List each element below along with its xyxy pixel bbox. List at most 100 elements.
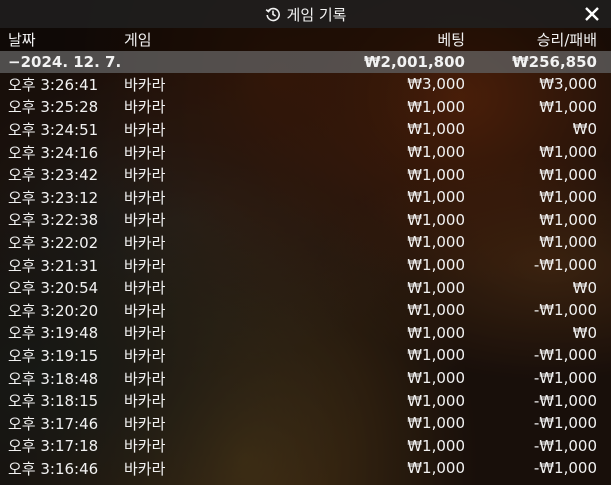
summary-date: −2024. 12. 7.	[8, 53, 122, 71]
table-row[interactable]: 오후 3:24:16 바카라 ₩1,000 ₩1,000	[0, 141, 611, 164]
row-bet: ₩1,000	[407, 143, 465, 162]
table-row[interactable]: 오후 3:23:12 바카라 ₩1,000 ₩1,000	[0, 186, 611, 209]
table-header: 날짜 게임 베팅 승리/패배	[0, 28, 611, 51]
row-game: 바카라	[124, 166, 166, 185]
row-time: 오후 3:22:02	[8, 233, 99, 252]
row-time: 오후 3:26:41	[8, 75, 99, 94]
close-button[interactable]	[581, 3, 603, 25]
row-bet: ₩1,000	[407, 301, 465, 320]
row-game: 바카라	[124, 392, 166, 411]
column-header-result: 승리/패배	[536, 31, 597, 49]
row-result: ₩3,000	[539, 75, 597, 94]
row-game: 바카라	[124, 279, 166, 298]
row-result: -₩1,000	[533, 414, 597, 433]
row-result: ₩0	[572, 120, 597, 139]
row-bet: ₩1,000	[407, 97, 465, 116]
row-result: ₩0	[572, 323, 597, 342]
column-header-game: 게임	[124, 31, 152, 49]
table-row[interactable]: 오후 3:19:48 바카라 ₩1,000 ₩0	[0, 322, 611, 345]
row-game: 바카라	[124, 233, 166, 252]
row-result: ₩1,000	[539, 188, 597, 207]
row-game: 바카라	[124, 143, 166, 162]
row-bet: ₩1,000	[407, 188, 465, 207]
table-row[interactable]: 오후 3:20:20 바카라 ₩1,000 -₩1,000	[0, 299, 611, 322]
row-time: 오후 3:24:16	[8, 143, 99, 162]
row-time: 오후 3:20:20	[8, 301, 99, 320]
row-result: -₩1,000	[533, 256, 597, 275]
row-bet: ₩1,000	[407, 210, 465, 229]
close-icon[interactable]	[584, 6, 600, 22]
row-result: ₩1,000	[539, 143, 597, 162]
row-time: 오후 3:19:15	[8, 346, 99, 365]
row-game: 바카라	[124, 98, 166, 117]
history-icon	[265, 6, 281, 22]
row-result: -₩1,000	[533, 391, 597, 410]
table-row[interactable]: 오후 3:24:51 바카라 ₩1,000 ₩0	[0, 118, 611, 141]
row-bet: ₩3,000	[407, 75, 465, 94]
table-row[interactable]: 오후 3:20:54 바카라 ₩1,000 ₩0	[0, 276, 611, 299]
column-header-bet: 베팅	[437, 31, 465, 49]
row-result: ₩1,000	[539, 165, 597, 184]
history-list: 오후 3:26:41 바카라 ₩3,000 ₩3,000 오후 3:25:28 바카라 ₩1…	[0, 73, 611, 480]
row-game: 바카라	[124, 256, 166, 275]
row-game: 바카라	[124, 414, 166, 433]
table-row[interactable]: 오후 3:22:02 바카라 ₩1,000 ₩1,000	[0, 231, 611, 254]
row-game: 바카라	[124, 459, 166, 478]
row-time: 오후 3:19:48	[8, 324, 99, 343]
row-game: 바카라	[124, 324, 166, 343]
table-row[interactable]: 오후 3:23:42 바카라 ₩1,000 ₩1,000	[0, 163, 611, 186]
row-bet: ₩1,000	[407, 120, 465, 139]
row-game: 바카라	[124, 120, 166, 139]
row-result: ₩1,000	[539, 233, 597, 252]
row-time: 오후 3:23:12	[8, 188, 99, 207]
row-result: -₩1,000	[533, 346, 597, 365]
row-time: 오후 3:17:46	[8, 414, 99, 433]
row-time: 오후 3:18:15	[8, 392, 99, 411]
row-bet: ₩1,000	[407, 323, 465, 342]
title-bar: 게임 기록	[0, 0, 611, 28]
row-bet: ₩1,000	[407, 256, 465, 275]
column-header-date: 날짜	[8, 31, 36, 49]
summary-result-total: ₩256,850	[512, 53, 597, 71]
row-result: ₩0	[572, 278, 597, 297]
table-row[interactable]: 오후 3:19:15 바카라 ₩1,000 -₩1,000	[0, 344, 611, 367]
row-result: ₩1,000	[539, 210, 597, 229]
table-row[interactable]: 오후 3:17:18 바카라 ₩1,000 -₩1,000	[0, 435, 611, 458]
row-game: 바카라	[124, 211, 166, 230]
row-bet: ₩1,000	[407, 346, 465, 365]
row-time: 오후 3:18:48	[8, 369, 99, 388]
row-bet: ₩1,000	[407, 391, 465, 410]
row-time: 오후 3:25:28	[8, 98, 99, 117]
row-game: 바카라	[124, 437, 166, 456]
row-time: 오후 3:23:42	[8, 166, 99, 185]
row-bet: ₩1,000	[407, 369, 465, 388]
row-game: 바카라	[124, 346, 166, 365]
row-bet: ₩1,000	[407, 278, 465, 297]
title-group: 게임 기록	[265, 4, 347, 25]
row-time: 오후 3:16:46	[8, 459, 99, 478]
row-result: -₩1,000	[533, 369, 597, 388]
row-result: -₩1,000	[533, 301, 597, 320]
row-result: -₩1,000	[533, 459, 597, 478]
row-time: 오후 3:22:38	[8, 211, 99, 230]
row-bet: ₩1,000	[407, 233, 465, 252]
table-row[interactable]: 오후 3:26:41 바카라 ₩3,000 ₩3,000	[0, 73, 611, 96]
table-row[interactable]: 오후 3:17:46 바카라 ₩1,000 -₩1,000	[0, 412, 611, 435]
table-row[interactable]: 오후 3:25:28 바카라 ₩1,000 ₩1,000	[0, 96, 611, 119]
date-group-summary[interactable]: −2024. 12. 7. ₩2,001,800 ₩256,850	[0, 51, 611, 73]
row-result: ₩1,000	[539, 97, 597, 116]
summary-bet-total: ₩2,001,800	[363, 53, 465, 71]
table-row[interactable]: 오후 3:22:38 바카라 ₩1,000 ₩1,000	[0, 209, 611, 232]
table-row[interactable]: 오후 3:21:31 바카라 ₩1,000 -₩1,000	[0, 254, 611, 277]
page-title: 게임 기록	[286, 5, 347, 24]
row-game: 바카라	[124, 75, 166, 94]
row-result: -₩1,000	[533, 436, 597, 455]
table-row[interactable]: 오후 3:16:46 바카라 ₩1,000 -₩1,000	[0, 457, 611, 480]
table-row[interactable]: 오후 3:18:48 바카라 ₩1,000 -₩1,000	[0, 367, 611, 390]
row-bet: ₩1,000	[407, 459, 465, 478]
table-row[interactable]: 오후 3:18:15 바카라 ₩1,000 -₩1,000	[0, 389, 611, 412]
row-game: 바카라	[124, 301, 166, 320]
row-time: 오후 3:21:31	[8, 256, 99, 275]
row-game: 바카라	[124, 188, 166, 207]
row-bet: ₩1,000	[407, 414, 465, 433]
